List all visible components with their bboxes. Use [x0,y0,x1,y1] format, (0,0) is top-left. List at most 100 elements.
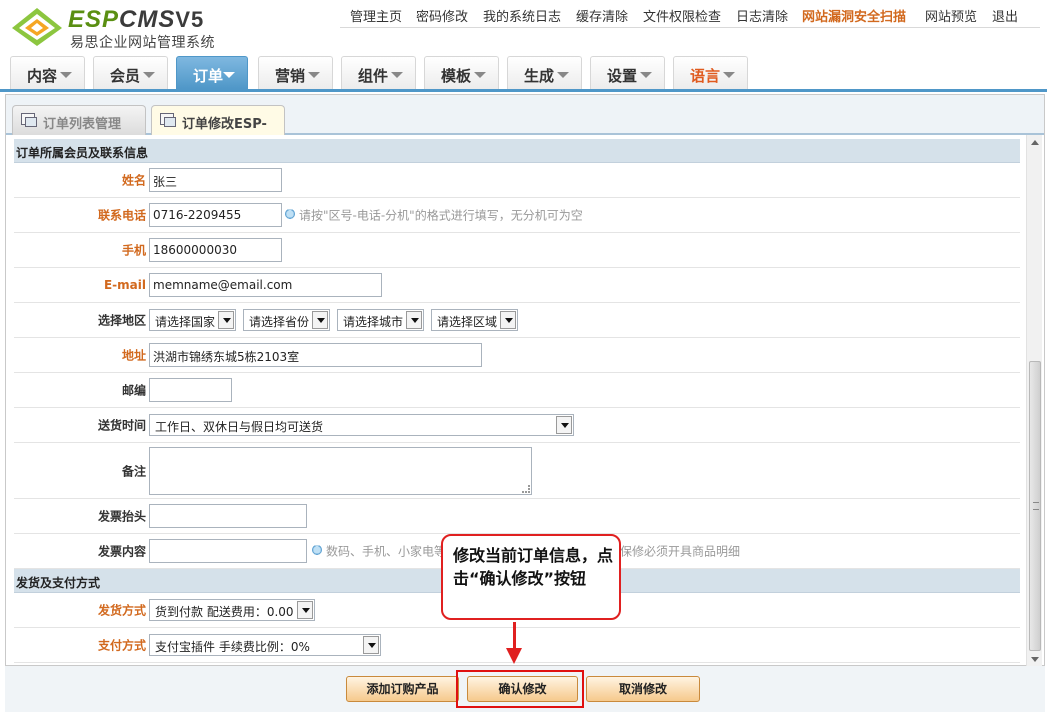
city-select[interactable]: 请选择城市 [337,309,425,331]
chevron-down-icon [557,72,569,78]
row-email: E-mail memname@email.com [14,268,1020,303]
invoice-title-input[interactable] [149,504,307,528]
row-address: 地址 洪湖市锦绣东城5栋2103室 [14,338,1020,373]
province-value: 请选择省份 [249,315,310,329]
dropdown-arrow-icon [556,416,572,434]
district-value: 请选择区域 [437,315,498,329]
tab-order-list[interactable]: 订单列表管理 [12,105,146,135]
topnav-security-scan[interactable]: 网站漏洞安全扫描 [802,6,906,25]
name-label: 姓名 [121,173,146,188]
menu-member[interactable]: 会员 [93,56,168,89]
address-label: 地址 [121,348,146,363]
menu-settings[interactable]: 设置 [590,56,665,89]
chevron-down-icon [60,72,72,78]
chevron-down-icon [640,72,652,78]
dropdown-arrow-icon [312,311,329,329]
chevron-down-icon [143,72,155,78]
menu-label: 模板 [441,67,472,85]
row-delivery-time: 送货时间 工作日、双休日与假日均可送货 [14,408,1020,443]
main-menu: 内容 会员 订单 营销 组件 模板 生成 设置 语言 [0,52,1047,92]
scroll-up-icon[interactable] [1031,140,1039,145]
invoice-hint-text-a: 数码、手机、小家电等 [326,544,447,559]
brand-subtitle: 易思企业网站管理系统 [70,35,215,51]
topnav-clear-log[interactable]: 日志清除 [736,6,788,25]
menu-label: 订单 [193,67,224,85]
grip-icon [1033,502,1039,510]
name-input[interactable]: 张三 [149,168,282,192]
scroll-thumb[interactable] [1029,361,1041,651]
window-icon [160,113,176,127]
menu-language[interactable]: 语言 [673,56,748,89]
menu-order[interactable]: 订单 [176,56,248,89]
dropdown-arrow-icon [406,311,423,329]
topnav-home[interactable]: 管理主页 [350,6,402,25]
phone-hint: 请按"区号-电话-分机"的格式进行填写，无分机可为空 [285,207,583,224]
lightbulb-icon [285,209,295,221]
menu-content[interactable]: 内容 [10,56,85,89]
menu-label: 设置 [607,67,638,85]
invoice-hint: 数码、手机、小家电等 [312,543,446,560]
district-select[interactable]: 请选择区域 [431,309,519,331]
invoice-content-input[interactable] [149,539,307,563]
dropdown-arrow-icon [363,636,379,654]
shipping-value: 货到付款 配送费用：0.00 [155,605,294,619]
shipping-label: 发货方式 [97,603,146,618]
province-select[interactable]: 请选择省份 [243,309,331,331]
annotation-callout: 修改当前订单信息，点击“确认修改”按钮 [441,534,621,620]
row-region: 选择地区 请选择国家 请选择省份 请选择城市 请选择区域 [14,303,1020,338]
mobile-input[interactable]: 18600000030 [149,238,282,262]
invoice-hint-text-b: 保修必须开具商品明细 [620,544,741,559]
topnav-logout[interactable]: 退出 [992,6,1018,25]
tab-order-edit[interactable]: 订单修改ESP- [151,105,285,135]
dropdown-arrow-icon [296,601,313,619]
row-name: 姓名 张三 [14,163,1020,198]
resize-handle-icon[interactable] [522,485,530,493]
remark-textarea[interactable] [149,447,532,495]
topnav-clear-cache[interactable]: 缓存清除 [576,6,628,25]
callout-arrow-line [513,622,516,650]
cancel-edit-button[interactable]: 取消修改 [586,676,700,702]
payment-select[interactable]: 支付宝插件 手续费比例：0% [149,634,381,656]
row-phone: 联系电话 0716-2209455 请按"区号-电话-分机"的格式进行填写，无分… [14,198,1020,233]
topnav-password[interactable]: 密码修改 [416,6,468,25]
delivery-time-label: 送货时间 [97,418,146,433]
menu-label: 组件 [358,67,389,85]
phone-input[interactable]: 0716-2209455 [149,203,282,227]
brand-version: V5 [175,7,205,32]
payment-label: 支付方式 [97,638,146,653]
email-input[interactable]: memname@email.com [149,273,382,297]
delivery-time-select[interactable]: 工作日、双休日与假日均可送货 [149,414,574,436]
payment-value: 支付宝插件 手续费比例：0% [155,640,310,654]
brand-cms: CMS [119,6,176,33]
menu-generate[interactable]: 生成 [507,56,582,89]
menu-component[interactable]: 组件 [341,56,416,89]
city-value: 请选择城市 [343,315,404,329]
section-title: 订单所属会员及联系信息 [16,146,149,160]
remark-label: 备注 [121,464,146,478]
topnav-my-log[interactable]: 我的系统日志 [483,6,561,25]
tab-bar: 订单列表管理 订单修改ESP- [6,95,1044,135]
topnav-preview[interactable]: 网站预览 [925,6,977,25]
row-mobile: 手机 18600000030 [14,233,1020,268]
menu-marketing[interactable]: 营销 [258,56,333,89]
add-product-button[interactable]: 添加订购产品 [346,676,459,702]
menu-template[interactable]: 模板 [424,56,499,89]
brand-name: ESPCMSV5 [68,6,204,34]
topnav-file-permission[interactable]: 文件权限检查 [643,6,721,25]
zipcode-input[interactable] [149,378,232,402]
phone-label: 联系电话 [97,208,146,223]
address-input[interactable]: 洪湖市锦绣东城5栋2103室 [149,343,482,367]
country-select[interactable]: 请选择国家 [149,309,237,331]
scroll-down-icon[interactable] [1031,657,1039,662]
chevron-down-icon [223,72,235,78]
menu-label: 营销 [275,67,306,85]
confirm-button-highlight [456,670,584,708]
shipping-select[interactable]: 货到付款 配送费用：0.00 [149,599,315,621]
mobile-label: 手机 [121,243,146,258]
chevron-down-icon [474,72,486,78]
chevron-down-icon [723,72,735,78]
email-label: E-mail [103,278,146,292]
row-zipcode: 邮编 [14,373,1020,408]
section-member-info: 订单所属会员及联系信息 [14,139,1020,163]
vertical-scrollbar[interactable] [1026,135,1042,667]
